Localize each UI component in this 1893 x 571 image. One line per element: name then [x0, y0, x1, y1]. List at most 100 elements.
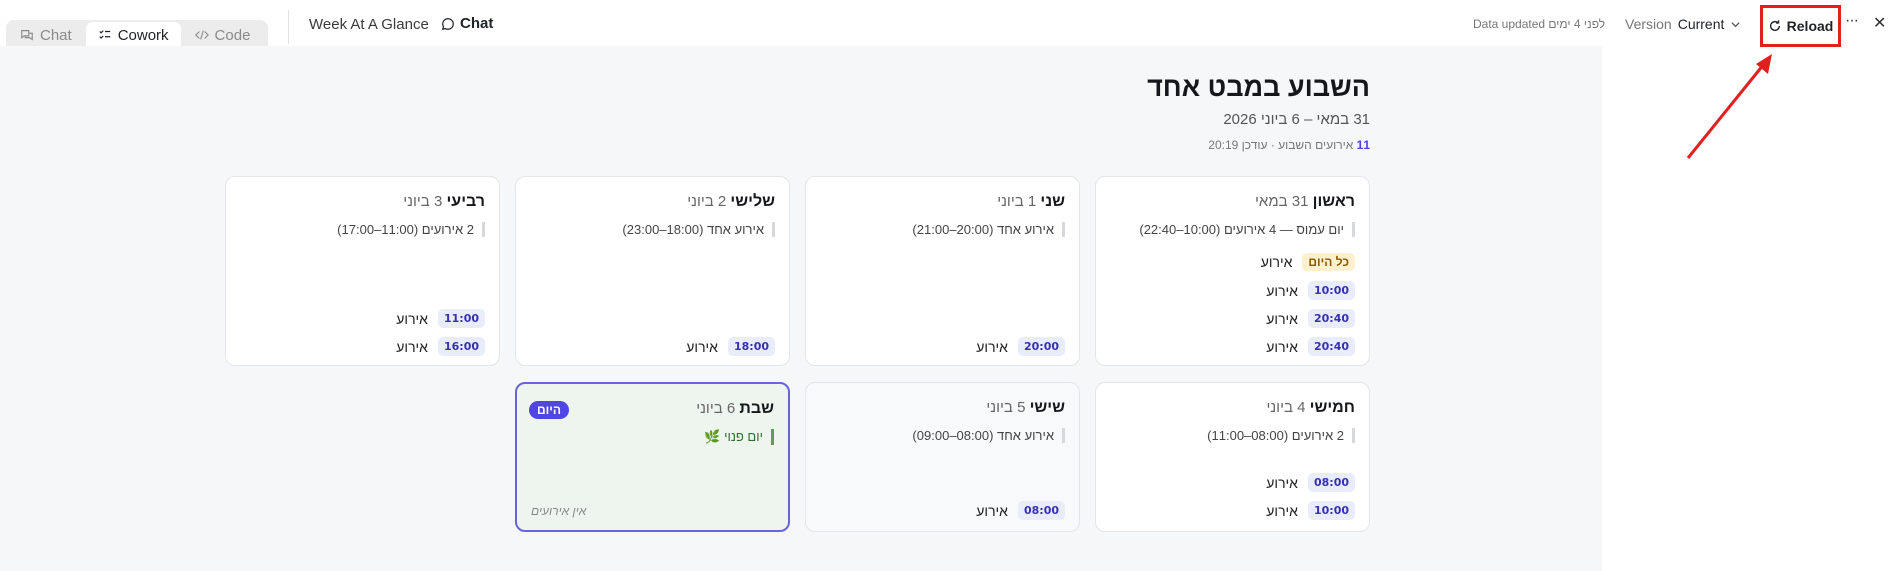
top-bar: Chat Cowork Code Week At A Glance Chat D…: [0, 0, 1893, 48]
day-card-monday[interactable]: שני 1 ביוני אירוע אחד (20:00–21:00) 20:0…: [805, 176, 1080, 366]
event-item[interactable]: 10:00 אירוע: [1266, 501, 1355, 520]
day-card-wednesday[interactable]: רביעי 3 ביוני 2 אירועים (11:00–17:00) 11…: [225, 176, 500, 366]
chat-button-label: Chat: [460, 15, 494, 32]
day-header: ראשון 31 במאי: [1255, 193, 1355, 211]
event-label: אירוע: [1266, 502, 1298, 519]
version-value: Current: [1677, 16, 1725, 32]
event-time: 20:40: [1307, 309, 1355, 328]
day-header: שבת 6 ביוני: [696, 400, 774, 418]
tab-cowork-label: Cowork: [117, 26, 169, 44]
page-title: השבוע במבט אחד: [1147, 72, 1370, 102]
event-label: אירוע: [396, 338, 428, 355]
day-summary: אירוע אחד (08:00–09:00): [912, 428, 1065, 443]
day-summary: יום פנוי 🌿: [704, 429, 774, 445]
tab-code[interactable]: Code: [183, 22, 263, 48]
version-label: Version: [1625, 16, 1672, 32]
day-summary: יום עמוס — 4 אירועים (10:00–22:40): [1139, 222, 1355, 237]
canvas-area: השבוע במבט אחד 31 במאי – 6 ביוני 2026 11…: [0, 46, 1602, 571]
event-item[interactable]: 20:40 אירוע: [1266, 309, 1355, 328]
day-header: חמישי 4 ביוני: [1266, 399, 1355, 417]
day-header: רביעי 3 ביוני: [403, 193, 485, 211]
day-date: 4 ביוני: [1266, 399, 1306, 416]
today-badge: היום: [529, 401, 569, 419]
day-header: שישי 5 ביוני: [986, 399, 1065, 417]
event-item[interactable]: 10:00 אירוע: [1266, 281, 1355, 300]
chevron-down-icon: [1731, 21, 1741, 27]
checklist-icon: [99, 30, 110, 39]
day-header: שלישי 2 ביוני: [687, 193, 775, 211]
event-time: 20:00: [1017, 337, 1065, 356]
version-dropdown[interactable]: Version Current: [1625, 16, 1741, 32]
chat-bubble-icon: [441, 17, 454, 30]
event-label: אירוע: [976, 338, 1008, 355]
day-name: רביעי: [446, 193, 485, 210]
day-summary: 2 אירועים (08:00–11:00): [1207, 428, 1355, 443]
tab-chat-label: Chat: [40, 26, 72, 44]
event-label: אירוע: [1260, 254, 1293, 270]
event-item[interactable]: 20:00 אירוע: [976, 337, 1065, 356]
summary-text: אירועים השבוע · עודכן 20:19: [1208, 138, 1357, 152]
data-updated-text: Data updated לפני 4 ימים: [1473, 17, 1606, 31]
annotation-arrow: [1686, 54, 1772, 159]
reload-button[interactable]: Reload: [1760, 5, 1841, 47]
day-date: 5 ביוני: [986, 399, 1026, 416]
divider: [288, 10, 289, 44]
event-item[interactable]: 20:40 אירוע: [1266, 337, 1355, 356]
day-name: חמישי: [1309, 399, 1355, 416]
event-item[interactable]: 18:00 אירוע: [686, 337, 775, 356]
event-label: אירוע: [976, 502, 1008, 519]
code-icon: [194, 30, 209, 40]
event-label: אירוע: [1266, 310, 1298, 327]
event-item[interactable]: 08:00 אירוע: [1266, 473, 1355, 492]
day-card-saturday[interactable]: שבת 6 ביוני היום יום פנוי 🌿 אין אירועים: [515, 382, 790, 532]
event-time: 18:00: [727, 337, 775, 356]
event-item[interactable]: 16:00 אירוע: [396, 337, 485, 356]
day-card-tuesday[interactable]: שלישי 2 ביוני אירוע אחד (18:00–23:00) 18…: [515, 176, 790, 366]
day-card-sunday[interactable]: ראשון 31 במאי יום עמוס — 4 אירועים (10:0…: [1095, 176, 1370, 366]
day-date: 6 ביוני: [696, 400, 736, 417]
day-name: שבת: [739, 400, 774, 417]
day-date: 2 ביוני: [687, 193, 727, 210]
event-label: אירוע: [1266, 474, 1298, 491]
week-summary: 11 אירועים השבוע · עודכן 20:19: [1147, 138, 1370, 152]
day-name: שלישי: [730, 193, 775, 210]
chat-button[interactable]: Chat: [441, 15, 493, 32]
more-options-icon[interactable]: ···: [1845, 12, 1859, 30]
event-time: 10:00: [1307, 281, 1355, 300]
day-date: 1 ביוני: [997, 193, 1037, 210]
event-time: 11:00: [437, 309, 485, 328]
day-summary: אירוע אחד (18:00–23:00): [622, 222, 775, 237]
event-time: 08:00: [1307, 473, 1355, 492]
day-date: 3 ביוני: [403, 193, 443, 210]
day-card-friday[interactable]: שישי 5 ביוני אירוע אחד (08:00–09:00) 08:…: [805, 382, 1080, 532]
document-title: Week At A Glance: [309, 16, 429, 33]
event-item[interactable]: 08:00 אירוע: [976, 501, 1065, 520]
tab-chat[interactable]: Chat: [8, 22, 84, 48]
tab-cowork[interactable]: Cowork: [85, 22, 181, 48]
event-label: אירוע: [1266, 282, 1298, 299]
reload-icon: [1769, 20, 1780, 32]
event-time: 08:00: [1017, 501, 1065, 520]
day-summary: 2 אירועים (11:00–17:00): [337, 222, 485, 237]
mode-tabs: Chat Cowork Code: [6, 20, 268, 48]
event-count: 11: [1356, 138, 1370, 152]
day-card-thursday[interactable]: חמישי 4 ביוני 2 אירועים (08:00–11:00) 08…: [1095, 382, 1370, 532]
event-label: אירוע: [396, 310, 428, 327]
tab-code-label: Code: [214, 26, 251, 44]
close-icon[interactable]: ✕: [1873, 13, 1886, 33]
event-item[interactable]: 11:00 אירוע: [396, 309, 485, 328]
event-time: 16:00: [437, 337, 485, 356]
reload-label: Reload: [1786, 18, 1834, 34]
day-header: שני 1 ביוני: [997, 193, 1065, 211]
day-name: שני: [1040, 193, 1065, 210]
date-range: 31 במאי – 6 ביוני 2026: [1223, 111, 1370, 128]
event-label: אירוע: [1266, 338, 1298, 355]
day-name: שישי: [1029, 399, 1065, 416]
allday-badge: כל היום: [1302, 253, 1355, 271]
page-header: השבוע במבט אחד 31 במאי – 6 ביוני 2026 11…: [1147, 72, 1370, 152]
no-events-text: אין אירועים: [531, 504, 587, 518]
event-label: אירוע: [686, 338, 718, 355]
day-date: 31 במאי: [1255, 193, 1309, 210]
event-time: 20:40: [1307, 337, 1355, 356]
event-allday[interactable]: כל היום אירוע: [1261, 253, 1355, 271]
